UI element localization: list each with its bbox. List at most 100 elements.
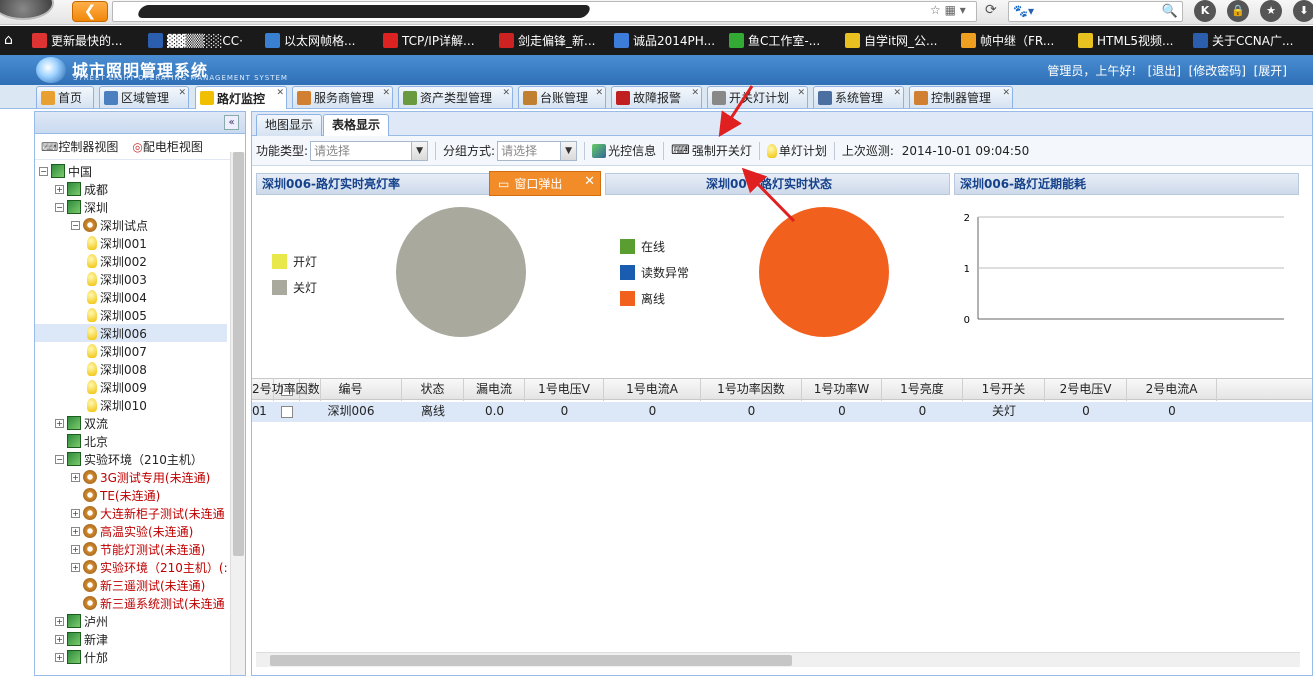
bookmark-item[interactable]: 以太网帧格... (265, 32, 355, 49)
tree-node[interactable]: + 高温实验(未连通) (71, 522, 193, 540)
tree-node[interactable]: − 实验环境（210主机） (55, 450, 203, 468)
tree-node[interactable]: 深圳003 (87, 270, 147, 288)
change-password-link[interactable]: [修改密码] (1189, 64, 1246, 78)
sidebar-scrollbar[interactable] (230, 152, 245, 675)
close-icon[interactable]: ✕ (595, 88, 603, 98)
tree-node[interactable]: 深圳009 (87, 378, 147, 396)
expand-icon[interactable]: + (71, 562, 80, 572)
tree-node[interactable]: + 节能灯测试(未连通) (71, 540, 205, 558)
tab-1[interactable]: 首页 (36, 86, 94, 108)
cabinet-view-tab[interactable]: ◎配电柜视图 (132, 138, 203, 155)
tree-node[interactable]: + 实验环境（210主机）(: (71, 558, 228, 576)
close-icon[interactable]: ✕ (584, 174, 595, 189)
tree-node[interactable]: TE(未连通) (71, 486, 160, 504)
expand-icon[interactable]: + (71, 508, 80, 518)
tab-8[interactable]: 开关灯计划 ✕ (707, 86, 808, 108)
expand-icon[interactable]: + (55, 184, 64, 194)
expand-icon[interactable]: + (55, 418, 64, 428)
close-icon[interactable]: ✕ (797, 88, 805, 98)
grid-scroll-thumb[interactable] (270, 655, 792, 666)
tree-node[interactable]: 新三遥测试(未连通) (71, 576, 205, 594)
tab-map-view[interactable]: 地图显示 (256, 114, 323, 136)
grid-column-header[interactable]: 1号电流A (604, 379, 701, 401)
tab-2[interactable]: 区域管理 ✕ (99, 86, 189, 108)
tab-6[interactable]: 台账管理 ✕ (518, 86, 606, 108)
logout-link[interactable]: [退出] (1148, 64, 1181, 78)
close-icon[interactable]: ✕ (893, 88, 901, 98)
tree-node[interactable]: 深圳010 (87, 396, 147, 414)
tree-node[interactable]: 深圳005 (87, 306, 147, 324)
bookmark-item[interactable]: 帧中继（FR... (961, 32, 1054, 49)
chevron-down-icon[interactable]: ▼ (560, 141, 577, 160)
grid-column-header[interactable]: 状态 (402, 379, 464, 401)
sidebar-scroll-thumb[interactable] (233, 152, 244, 556)
tree-node[interactable]: 深圳008 (87, 360, 147, 378)
lock-icon[interactable]: 🔒 (1227, 0, 1249, 22)
collapse-icon[interactable]: − (55, 454, 64, 464)
address-bar[interactable] (112, 1, 977, 22)
expand-icon[interactable]: + (71, 544, 80, 554)
tree-node[interactable]: − 深圳 (55, 198, 108, 216)
profile-icon[interactable]: K (1194, 0, 1216, 22)
chevron-down-icon[interactable]: ▼ (411, 141, 428, 160)
grid-column-header[interactable]: 2号电压V (1045, 379, 1127, 401)
close-icon[interactable]: ✕ (382, 88, 390, 98)
tree-node[interactable]: 深圳007 (87, 342, 147, 360)
window-popup-button[interactable]: ▭ 窗口弹出 ✕ (489, 171, 601, 196)
grid-column-header[interactable]: 1号开关 (963, 379, 1045, 401)
collapse-icon[interactable]: − (71, 220, 80, 230)
expand-icon[interactable]: + (71, 526, 80, 536)
bookmark-star-icon[interactable]: ★ (1260, 0, 1282, 22)
search-input[interactable]: 🐾▾ 🔍 (1008, 1, 1183, 22)
bookmark-item[interactable]: 剑走偏锋_新... (499, 32, 595, 49)
tree-node[interactable]: + 什邡 (55, 648, 108, 666)
tab-10[interactable]: 控制器管理 ✕ (909, 86, 1013, 108)
tree-node[interactable]: + 成都 (55, 180, 108, 198)
expand-icon[interactable]: + (55, 652, 64, 662)
expand-link[interactable]: [展开] (1254, 64, 1287, 78)
tree-node[interactable]: 北京 (55, 432, 108, 450)
bookmark-item[interactable]: HTML5视频... (1078, 32, 1173, 49)
address-bar-tools[interactable]: ☆ ▦ ▾ (930, 3, 966, 17)
grid-column-header[interactable]: 1号功率W (802, 379, 882, 401)
bookmark-item[interactable]: 更新最快的... (32, 32, 122, 49)
tree-node[interactable]: + 泸州 (55, 612, 108, 630)
home-icon[interactable]: ⌂ (4, 31, 13, 48)
bookmark-item[interactable]: 关于CCNA广... (1193, 32, 1293, 49)
tab-9[interactable]: 系统管理 ✕ (813, 86, 904, 108)
search-engine-icon[interactable]: 🐾▾ (1013, 4, 1034, 18)
grid-column-header[interactable]: 漏电流 (464, 379, 525, 401)
bookmark-item[interactable]: 鱼C工作室-... (729, 32, 820, 49)
group-by-select[interactable]: 请选择 ▼ (497, 140, 578, 161)
collapse-icon[interactable]: − (55, 202, 64, 212)
expand-icon[interactable]: + (55, 634, 64, 644)
tree-node[interactable]: − 中国 (39, 162, 92, 180)
tree-node[interactable]: 深圳002 (87, 252, 147, 270)
bookmark-item[interactable]: TCP/IP详解... (383, 32, 475, 49)
grid-column-header[interactable]: 2号电流A (1127, 379, 1217, 401)
row-checkbox[interactable] (281, 405, 293, 418)
force-switch-button[interactable]: ⌨ 强制开关灯 (671, 142, 752, 159)
bookmark-item[interactable]: ▓▓▒▒░░CC· (148, 32, 243, 49)
close-icon[interactable]: ✕ (502, 88, 510, 98)
tree-node[interactable]: 新三遥系统测试(未连通 (71, 594, 225, 612)
tree-node[interactable]: + 大连新柜子测试(未连通 (71, 504, 225, 522)
tree-node[interactable]: 深圳004 (87, 288, 147, 306)
func-type-select[interactable]: 请选择 ▼ (310, 140, 429, 161)
single-light-plan-button[interactable]: 单灯计划 (766, 142, 827, 159)
grid-column-header[interactable]: 2号功率因数 (252, 379, 321, 401)
grid-horizontal-scrollbar[interactable] (256, 652, 1300, 667)
back-button[interactable]: ❮ (72, 1, 108, 22)
close-icon[interactable]: ✕ (276, 88, 284, 98)
close-icon[interactable]: ✕ (178, 88, 186, 98)
tab-5[interactable]: 资产类型管理 ✕ (398, 86, 513, 108)
bookmark-item[interactable]: 诚品2014PH... (614, 32, 715, 49)
tree-node[interactable]: + 双流 (55, 414, 108, 432)
grid-column-header[interactable]: 1号亮度 (882, 379, 963, 401)
search-icon[interactable]: 🔍 (1162, 4, 1178, 19)
tab-table-view[interactable]: 表格显示 (323, 114, 390, 136)
browser-menu-orb[interactable] (0, 0, 54, 20)
table-row[interactable]: 1 深圳006 离线 0.0 0 0 0 0 0 关灯 0 0 0 (252, 402, 1312, 422)
tab-3[interactable]: 路灯监控 ✕ (195, 86, 287, 109)
grid-column-header[interactable]: 1号功率因数 (701, 379, 802, 401)
